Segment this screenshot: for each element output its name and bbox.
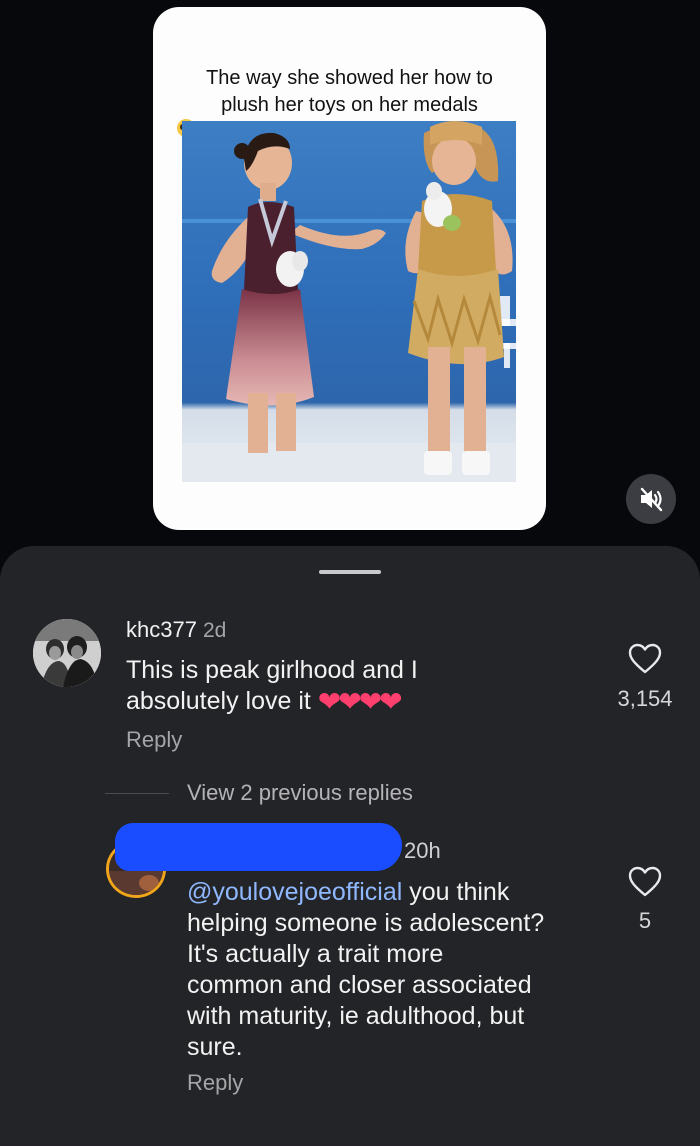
view-previous-replies[interactable]: View 2 previous replies bbox=[187, 780, 413, 806]
caption-line-2: plush her toys on her medals bbox=[221, 94, 478, 116]
reply-text-line-5: with maturity, ie adulthood, but bbox=[187, 1002, 525, 1030]
reply-text-line-2: helping someone is adolescent? bbox=[187, 909, 545, 937]
comment-username[interactable]: khc377 bbox=[126, 617, 197, 642]
like-button[interactable] bbox=[628, 643, 662, 680]
like-count: 3,154 bbox=[617, 686, 673, 711]
mention-link[interactable]: @youlovejoeofficial bbox=[187, 878, 402, 906]
video-still-illustration bbox=[182, 121, 516, 482]
reply-text-line-3: It's actually a trait more bbox=[187, 940, 444, 968]
thread-divider bbox=[105, 793, 169, 794]
redacted-username bbox=[115, 823, 402, 871]
comment-header: khc377 2d bbox=[126, 617, 226, 643]
reply-time: 20h bbox=[404, 838, 441, 863]
avatar-photo bbox=[33, 619, 101, 687]
reply-text-line-1: you think bbox=[402, 878, 510, 906]
caption-line-1: The way she showed her how to bbox=[206, 67, 493, 89]
heart-outline-icon bbox=[628, 643, 662, 674]
reply-text: @youlovejoeofficial you think helping so… bbox=[187, 877, 607, 1063]
avatar[interactable] bbox=[33, 619, 101, 687]
reply-button[interactable]: Reply bbox=[126, 727, 182, 753]
pink-hearts-emoji: ❤❤❤❤ bbox=[317, 686, 403, 717]
reply-text-line-4: common and closer associated bbox=[187, 971, 532, 999]
video-card[interactable]: The way she showed her how to plush her … bbox=[153, 7, 546, 530]
reply-button[interactable]: Reply bbox=[187, 1070, 243, 1096]
reply-like-button[interactable] bbox=[628, 866, 662, 903]
heart-outline-icon bbox=[628, 866, 662, 897]
reply-text-line-6: sure. bbox=[187, 1033, 243, 1061]
comment-text-line-1: This is peak girlhood and I bbox=[126, 656, 418, 684]
reply-like-count: 5 bbox=[638, 908, 652, 933]
comment-time: 2d bbox=[202, 619, 227, 642]
mute-button[interactable] bbox=[626, 474, 676, 524]
volume-muted-icon bbox=[640, 487, 663, 512]
comment-text-line-2: absolutely love it bbox=[126, 687, 311, 715]
drag-handle[interactable] bbox=[319, 570, 381, 574]
video-frame[interactable] bbox=[182, 121, 516, 482]
comment-text: This is peak girlhood and I absolutely l… bbox=[126, 655, 418, 717]
screen: The way she showed her how to plush her … bbox=[0, 0, 700, 1146]
